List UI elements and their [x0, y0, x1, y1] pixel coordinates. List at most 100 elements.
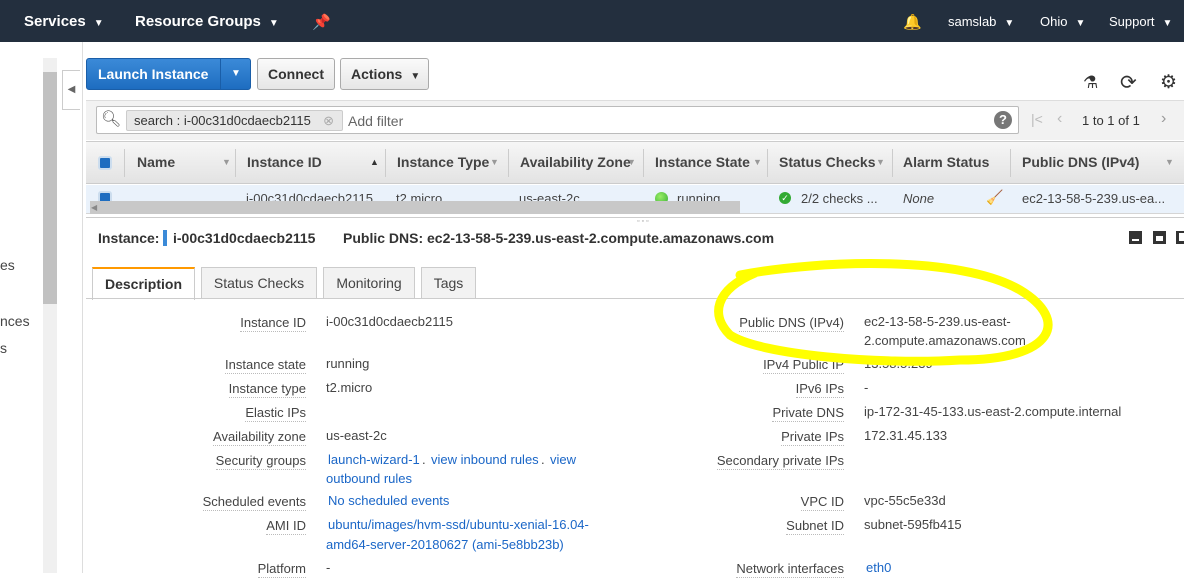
label-scheduled-events: Scheduled events	[202, 494, 306, 511]
sort-icon[interactable]: ▼	[753, 157, 762, 167]
connect-button[interactable]: Connect	[257, 58, 335, 90]
services-menu[interactable]: Services ▼	[24, 13, 104, 30]
column-instance-type[interactable]: Instance Type	[397, 154, 489, 170]
cell-public-dns: ec2-13-58-5-239.us-ea...	[1022, 191, 1166, 206]
sort-ascending-icon[interactable]: ▲	[370, 157, 379, 167]
column-divider	[892, 149, 893, 177]
label-platform: Platform	[257, 561, 306, 578]
minimize-panel-icon[interactable]	[1176, 231, 1184, 244]
value-private-ips: 172.31.45.133	[864, 428, 948, 443]
account-menu[interactable]: samslab ▼	[948, 14, 1014, 29]
refresh-icon[interactable]: ⟳	[1120, 70, 1137, 95]
chevron-down-icon: ▼	[410, 71, 421, 82]
next-page-icon[interactable]: ›	[1161, 110, 1166, 128]
maximize-panel-icon[interactable]	[1129, 231, 1142, 244]
label-security-groups: Security groups	[215, 453, 306, 470]
label-ipv6-ips: IPv6 IPs	[795, 381, 844, 398]
sort-icon[interactable]: ▼	[627, 157, 636, 167]
view-inbound-rules-link[interactable]: view inbound rules	[431, 450, 539, 469]
chevron-down-icon[interactable]: ▼	[220, 59, 251, 89]
value-ipv6-ips: -	[864, 380, 869, 395]
bell-icon[interactable]: 🔔	[903, 13, 922, 31]
column-status-checks[interactable]: Status Checks	[779, 154, 875, 170]
label-subnet-id: Subnet ID	[786, 518, 844, 535]
column-public-dns[interactable]: Public DNS (IPv4)	[1022, 154, 1139, 170]
chevron-down-icon: ▼	[1004, 18, 1015, 29]
create-alarm-icon[interactable]: 🧹	[986, 189, 1003, 206]
cell-alarm: None	[903, 191, 935, 206]
label-private-dns: Private DNS	[772, 405, 844, 422]
remove-filter-icon[interactable]: ⊗	[323, 111, 334, 130]
sort-icon[interactable]: ▼	[876, 157, 885, 167]
first-page-icon[interactable]: |<	[1031, 111, 1043, 127]
region-label: Ohio	[1040, 14, 1068, 29]
value-platform: -	[326, 560, 331, 575]
tab-description[interactable]: Description	[92, 267, 195, 300]
prev-page-icon[interactable]: ‹	[1057, 110, 1062, 128]
label-network-interfaces: Network interfaces	[736, 561, 844, 578]
security-group-link[interactable]: launch-wizard-1	[328, 450, 420, 469]
region-menu[interactable]: Ohio ▼	[1040, 14, 1085, 29]
horizontal-scrollbar[interactable]	[90, 201, 740, 214]
gear-icon[interactable]: ⚙	[1160, 71, 1177, 94]
tab-status-checks[interactable]: Status Checks	[201, 267, 317, 299]
column-divider	[1010, 149, 1011, 177]
label-vpc-id: VPC ID	[800, 494, 844, 511]
tab-monitoring[interactable]: Monitoring	[323, 267, 415, 299]
tab-tags[interactable]: Tags	[421, 267, 476, 299]
label-private-ips: Private IPs	[781, 429, 844, 446]
separator: .	[541, 452, 545, 467]
check-icon: ✓	[779, 192, 791, 204]
column-name[interactable]: Name	[137, 154, 175, 170]
resource-groups-menu[interactable]: Resource Groups ▼	[135, 13, 279, 30]
chevron-down-icon: ▼	[268, 18, 279, 29]
support-menu[interactable]: Support ▼	[1109, 14, 1172, 29]
scheduled-events-link[interactable]: No scheduled events	[328, 491, 449, 510]
search-filter-token[interactable]: search : i-00c31d0cdaecb2115 ⊗	[126, 110, 343, 131]
top-nav: Services ▼ Resource Groups ▼ 📌 🔔 samslab ▼ …	[0, 0, 1184, 42]
pin-icon[interactable]: 📌	[312, 13, 331, 31]
account-label: samslab	[948, 14, 997, 29]
column-divider	[124, 149, 125, 177]
help-icon[interactable]: ?	[994, 111, 1012, 129]
sidebar-item[interactable]: es	[0, 257, 15, 273]
label-instance-id: Instance ID	[240, 315, 306, 332]
value-instance-type: t2.micro	[326, 380, 373, 395]
sidebar-scroll-thumb[interactable]	[43, 72, 57, 304]
support-label: Support	[1109, 14, 1155, 29]
detail-instance-label: Instance:	[98, 230, 160, 246]
column-divider	[767, 149, 768, 177]
view-outbound-rules-link[interactable]: view	[550, 450, 576, 469]
ami-id-link-cont[interactable]: amd64-server-20180627 (ami-5e8bb23b)	[326, 535, 564, 554]
resize-handle-icon[interactable]: ▫▫▫	[637, 218, 650, 225]
collapse-sidebar-button[interactable]: ◀	[62, 70, 80, 110]
sidebar-item[interactable]: nces	[0, 313, 30, 329]
scroll-left-icon[interactable]: ◀	[91, 203, 97, 212]
select-all-checkbox[interactable]	[98, 156, 112, 170]
launch-instance-button[interactable]: Launch Instance ▼	[86, 58, 251, 90]
divider	[82, 42, 83, 573]
flask-icon[interactable]: ⚗	[1083, 73, 1098, 93]
sort-icon[interactable]: ▼	[222, 157, 231, 167]
view-outbound-rules-link-cont[interactable]: outbound rules	[326, 469, 412, 488]
label-secondary-private-ips: Secondary private IPs	[716, 453, 844, 470]
detail-dns: ec2-13-58-5-239.us-east-2.compute.amazon…	[427, 230, 775, 246]
split-divider[interactable]	[86, 217, 1184, 218]
column-divider	[508, 149, 509, 177]
sidebar-item[interactable]: s	[0, 340, 7, 356]
network-interface-link[interactable]: eth0	[866, 558, 891, 577]
sort-icon[interactable]: ▼	[1165, 157, 1174, 167]
ami-id-link[interactable]: ubuntu/images/hvm-ssd/ubuntu-xenial-16.0…	[328, 515, 589, 534]
chevron-down-icon: ▼	[1075, 18, 1086, 29]
label-ami-id: AMI ID	[266, 518, 306, 535]
half-panel-icon[interactable]	[1153, 231, 1166, 244]
sort-icon[interactable]: ▼	[490, 157, 499, 167]
column-divider	[643, 149, 644, 177]
column-instance-id[interactable]: Instance ID	[247, 154, 322, 170]
label-instance-type: Instance type	[228, 381, 306, 398]
column-alarm-status[interactable]: Alarm Status	[903, 154, 989, 170]
column-availability-zone[interactable]: Availability Zone	[520, 154, 631, 170]
actions-button[interactable]: Actions ▼	[340, 58, 429, 90]
column-instance-state[interactable]: Instance State	[655, 154, 750, 170]
add-filter-placeholder[interactable]: Add filter	[348, 113, 403, 129]
